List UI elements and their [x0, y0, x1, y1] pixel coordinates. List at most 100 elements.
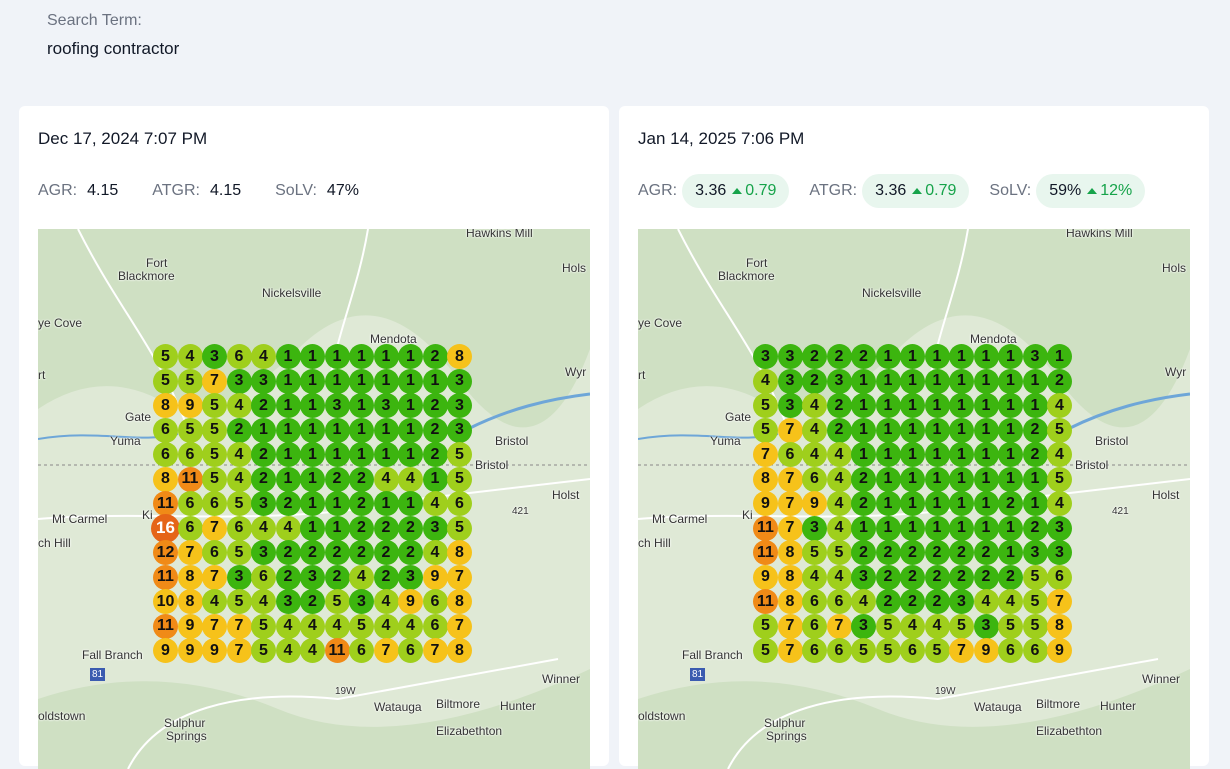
rank-pin[interactable]: 2 — [998, 491, 1023, 516]
rank-pin[interactable]: 4 — [398, 466, 423, 492]
rank-pin[interactable]: 3 — [1022, 344, 1048, 369]
rank-pin[interactable]: 9 — [973, 638, 999, 663]
rank-pin[interactable]: 3 — [251, 540, 276, 565]
rank-pin[interactable]: 2 — [973, 540, 999, 565]
rank-pin[interactable]: 2 — [251, 393, 276, 418]
rank-pin[interactable]: 1 — [998, 368, 1023, 394]
rank-pin[interactable]: 1 — [300, 491, 325, 516]
rank-pin[interactable]: 1 — [300, 344, 325, 369]
rank-pin[interactable]: 4 — [802, 417, 827, 443]
rank-pin[interactable]: 1 — [275, 344, 301, 369]
rank-pin[interactable]: 4 — [226, 393, 252, 418]
rank-pin[interactable]: 1 — [900, 344, 925, 369]
rank-pin[interactable]: 6 — [349, 638, 374, 663]
rank-pin[interactable]: 1 — [998, 344, 1023, 369]
rank-pin[interactable]: 5 — [1047, 417, 1072, 443]
rank-pin[interactable]: 6 — [900, 638, 925, 663]
rank-pin[interactable]: 2 — [851, 466, 876, 492]
rank-pin[interactable]: 1 — [900, 417, 925, 443]
rank-pin[interactable]: 2 — [851, 540, 876, 565]
rank-pin[interactable]: 6 — [422, 589, 448, 614]
rank-pin[interactable]: 5 — [1022, 589, 1048, 614]
rank-pin[interactable]: 2 — [398, 540, 423, 565]
rank-pin[interactable]: 7 — [202, 368, 227, 394]
rank-pin[interactable]: 16 — [151, 513, 180, 543]
rank-pin[interactable]: 2 — [373, 515, 399, 541]
rank-pin[interactable]: 1 — [949, 368, 974, 394]
rank-pin[interactable]: 5 — [753, 393, 778, 418]
rank-pin[interactable]: 2 — [924, 589, 950, 614]
rank-pin[interactable]: 6 — [1022, 638, 1048, 663]
rank-pin[interactable]: 1 — [373, 442, 399, 467]
rank-pin[interactable]: 6 — [177, 442, 203, 467]
rank-pin[interactable]: 2 — [973, 564, 999, 590]
rank-pin[interactable]: 4 — [373, 466, 399, 492]
rank-pin[interactable]: 8 — [177, 589, 203, 614]
rank-pin[interactable]: 7 — [1047, 589, 1072, 614]
rank-pin[interactable]: 11 — [177, 466, 203, 492]
rank-pin[interactable]: 2 — [826, 393, 852, 418]
rank-pin[interactable]: 9 — [1047, 638, 1072, 663]
rank-pin[interactable]: 2 — [826, 344, 852, 369]
rank-pin[interactable]: 1 — [998, 466, 1023, 492]
rank-pin[interactable]: 1 — [900, 368, 925, 394]
rank-pin[interactable]: 2 — [802, 344, 827, 369]
rank-pin[interactable]: 7 — [422, 638, 448, 663]
rank-pin[interactable]: 2 — [324, 540, 350, 565]
rank-pin[interactable]: 2 — [300, 540, 325, 565]
rank-pin[interactable]: 5 — [875, 613, 901, 639]
rank-pin[interactable]: 2 — [1047, 368, 1072, 394]
rank-pin[interactable]: 1 — [900, 466, 925, 492]
rank-pin[interactable]: 8 — [447, 540, 472, 565]
rank-pin[interactable]: 5 — [447, 515, 472, 541]
rank-pin[interactable]: 5 — [202, 466, 227, 492]
rank-pin[interactable]: 1 — [349, 368, 374, 394]
rank-pin[interactable]: 2 — [324, 564, 350, 590]
rank-pin[interactable]: 2 — [875, 589, 901, 614]
rank-pin[interactable]: 4 — [826, 515, 852, 541]
rank-pin[interactable]: 7 — [373, 638, 399, 663]
rank-pin[interactable]: 5 — [251, 638, 276, 663]
rank-pin[interactable]: 9 — [202, 638, 227, 663]
rank-pin[interactable]: 2 — [251, 466, 276, 492]
rank-pin[interactable]: 1 — [324, 368, 350, 394]
rank-pin[interactable]: 1 — [973, 393, 999, 418]
rank-pin[interactable]: 7 — [777, 613, 803, 639]
rank-pin[interactable]: 3 — [398, 564, 423, 590]
rank-pin[interactable]: 6 — [826, 589, 852, 614]
rank-pin[interactable]: 9 — [177, 638, 203, 663]
rank-pin[interactable]: 1 — [275, 442, 301, 467]
rank-pin[interactable]: 2 — [1022, 442, 1048, 467]
rank-pin[interactable]: 6 — [777, 442, 803, 467]
rank-pin[interactable]: 11 — [153, 613, 178, 639]
rank-pin[interactable]: 9 — [753, 491, 778, 516]
rank-grid-map[interactable]: Hawkins Mill Hols Fort Blackmore Nickels… — [38, 229, 590, 769]
rank-pin[interactable]: 7 — [226, 638, 252, 663]
rank-pin[interactable]: 8 — [777, 540, 803, 565]
rank-pin[interactable]: 9 — [422, 564, 448, 590]
rank-pin[interactable]: 5 — [153, 368, 178, 394]
rank-pin[interactable]: 5 — [251, 613, 276, 639]
rank-pin[interactable]: 2 — [349, 466, 374, 492]
rank-pin[interactable]: 3 — [949, 589, 974, 614]
rank-pin[interactable]: 4 — [251, 515, 276, 541]
rank-grid-map[interactable]: Hawkins Mill Hols Fort Blackmore Nickels… — [638, 229, 1190, 769]
rank-pin[interactable]: 4 — [826, 466, 852, 492]
rank-pin[interactable]: 6 — [226, 344, 252, 369]
rank-pin[interactable]: 1 — [875, 442, 901, 467]
rank-pin[interactable]: 8 — [177, 564, 203, 590]
rank-pin[interactable]: 3 — [777, 393, 803, 418]
rank-pin[interactable]: 7 — [447, 613, 472, 639]
rank-pin[interactable]: 5 — [447, 442, 472, 467]
rank-pin[interactable]: 6 — [998, 638, 1023, 663]
rank-pin[interactable]: 5 — [226, 540, 252, 565]
rank-pin[interactable]: 5 — [177, 368, 203, 394]
rank-pin[interactable]: 1 — [949, 344, 974, 369]
rank-pin[interactable]: 3 — [777, 344, 803, 369]
rank-pin[interactable]: 1 — [924, 442, 950, 467]
rank-pin[interactable]: 6 — [802, 638, 827, 663]
rank-pin[interactable]: 3 — [851, 564, 876, 590]
rank-pin[interactable]: 9 — [177, 613, 203, 639]
rank-pin[interactable]: 6 — [422, 613, 448, 639]
rank-pin[interactable]: 1 — [924, 393, 950, 418]
